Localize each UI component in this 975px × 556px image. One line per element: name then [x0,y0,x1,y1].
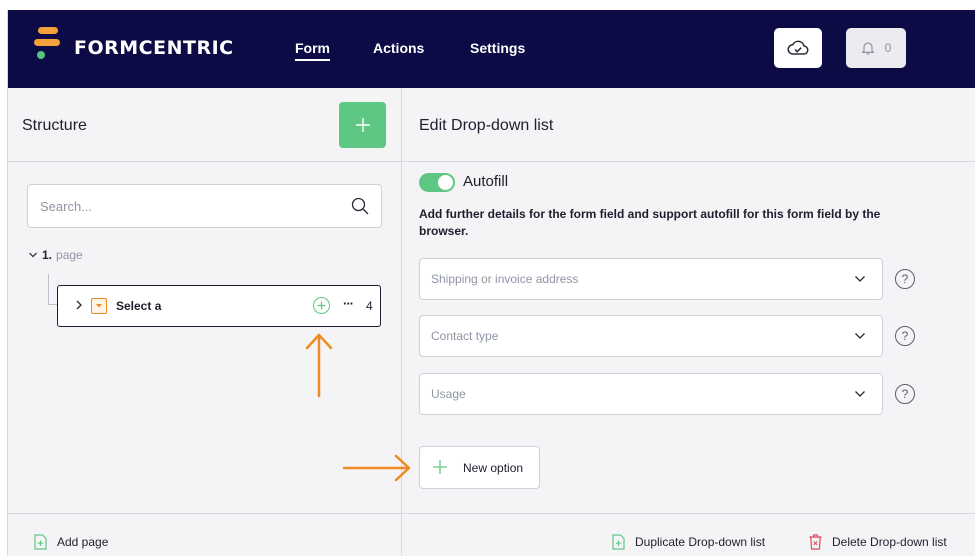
header-divider [8,161,975,162]
option-count: 4 [366,299,373,313]
brand-name: FORMCENTRIC [74,37,234,59]
edit-panel-title: Edit Drop-down list [419,117,554,134]
add-page-icon [34,534,47,550]
autofill-description: Add further details for the form field a… [419,207,881,238]
cloud-check-icon [787,40,809,55]
top-bar: FORMCENTRIC Form Actions Settings 0 [8,10,975,88]
add-element-button[interactable] [339,102,386,148]
usage-select[interactable]: Usage [419,373,883,415]
search-icon[interactable] [351,197,369,215]
tree-connector [48,274,49,304]
panel-divider [401,88,402,556]
page-label: page [56,248,83,262]
trash-icon [809,534,822,550]
plus-icon [433,460,447,474]
dropdown-field-icon [91,298,107,314]
tree-item-label: Select a [116,299,162,313]
help-icon[interactable]: ? [895,326,915,346]
autofill-label: Autofill [463,173,509,190]
cloud-save-button[interactable] [774,28,822,68]
notifications-button[interactable]: 0 [846,28,906,68]
help-icon[interactable]: ? [895,384,915,404]
duplicate-dropdown-button[interactable]: Duplicate Drop-down list [612,534,765,550]
new-option-button[interactable]: New option [419,446,540,489]
chevron-right-icon[interactable] [75,299,83,311]
autofill-toggle[interactable] [419,173,455,192]
tree-item-dropdown[interactable]: Select a ··· 4 [57,285,381,327]
app-window: FORMCENTRIC Form Actions Settings 0 Stru… [7,10,975,556]
nav-actions[interactable]: Actions [373,40,424,56]
annotation-arrow-right-icon [342,454,411,482]
search-input[interactable] [40,196,330,216]
add-page-button[interactable]: Add page [34,534,108,550]
structure-search [27,184,382,228]
footer-divider [8,513,975,514]
add-page-label: Add page [57,535,109,549]
nav-settings[interactable]: Settings [470,40,525,56]
add-option-icon[interactable] [313,297,330,314]
duplicate-label: Duplicate Drop-down list [635,535,766,549]
chevron-down-icon [855,333,865,339]
select-value: Shipping or invoice address [431,272,579,286]
notifications-count: 0 [884,41,892,55]
select-value: Usage [431,387,466,401]
chevron-down-icon [29,252,37,258]
annotation-arrow-up-icon [305,333,333,398]
delete-label: Delete Drop-down list [832,535,947,549]
more-options-button[interactable]: ··· [343,296,354,311]
structure-title: Structure [22,117,87,134]
select-value: Contact type [431,329,499,343]
chevron-down-icon [855,391,865,397]
plus-icon [355,118,370,132]
formcentric-logo-icon [34,27,60,63]
duplicate-icon [612,534,625,550]
address-type-select[interactable]: Shipping or invoice address [419,258,883,300]
chevron-down-icon [855,276,865,282]
tree-connector-branch [48,304,57,305]
nav-form[interactable]: Form [295,40,330,61]
delete-dropdown-button[interactable]: Delete Drop-down list [809,534,947,550]
page-number: 1. [42,248,53,262]
contact-type-select[interactable]: Contact type [419,315,883,357]
tree-page-node[interactable]: 1. page [28,248,83,262]
help-icon[interactable]: ? [895,269,915,289]
new-option-label: New option [463,461,524,475]
bell-icon [861,42,875,55]
